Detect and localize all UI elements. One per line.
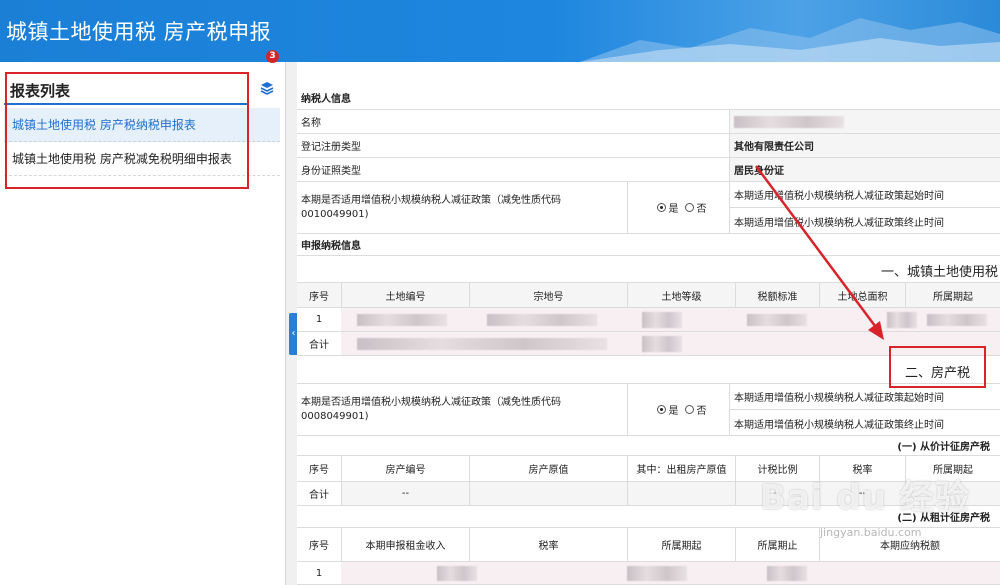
- column-header: 土地总面积: [819, 283, 905, 307]
- total-value: [469, 482, 627, 505]
- land-tax-title: 一、城镇土地使用税: [880, 265, 998, 280]
- rental-row: 1: [297, 562, 1000, 585]
- radio-no-label: 否: [696, 406, 707, 417]
- policy-start-label: 本期适用增值税小规模纳税人减征政策起始时间: [729, 182, 1000, 208]
- radio-yes-label: 是: [668, 406, 679, 417]
- land-policy-row: 本期是否适用增值税小规模纳税人减征政策（减免性质代码0010049901) 是 …: [297, 182, 1000, 234]
- column-header: 序号: [309, 465, 329, 476]
- land-policy-radio-group: 是 否: [627, 182, 729, 233]
- ad-valorem-subtitle-row: (一) 从价计征房产税: [297, 436, 1000, 456]
- mountain-decoration-icon: [580, 18, 1000, 62]
- radio-no[interactable]: [684, 203, 694, 212]
- column-header: 税额标准: [735, 283, 819, 307]
- policy-end-label: 本期适用增值税小规模纳税人减征政策终止时间: [729, 208, 1000, 234]
- column-header: 本期申报租金收入: [341, 528, 469, 561]
- taxpayer-section-header: 纳税人信息: [297, 86, 1000, 110]
- total-value: --: [341, 482, 469, 505]
- policy-end-label: 本期适用增值税小规模纳税人减征政策终止时间: [729, 410, 1000, 436]
- column-header: 其中：出租房产原值: [627, 456, 735, 481]
- reg-type-value: 其他有限责任公司: [729, 134, 1000, 157]
- column-header: 宗地号: [469, 283, 627, 307]
- column-header: 房产原值: [469, 456, 627, 481]
- land-tax-title-row: 一、城镇土地使用税: [297, 256, 1000, 282]
- column-header: 房产编号: [341, 456, 469, 481]
- property-policy-row: 本期是否适用增值税小规模纳税人减征政策（减免性质代码0008049901) 是 …: [297, 384, 1000, 436]
- land-tax-row: 1: [297, 308, 1000, 332]
- column-header: 所属期止: [735, 528, 819, 561]
- field-label: 本期是否适用增值税小规模纳税人减征政策（减免性质代码0008049901): [301, 396, 561, 422]
- radio-yes[interactable]: [656, 405, 666, 414]
- column-header: 土地编号: [341, 283, 469, 307]
- column-header: 所属期起: [905, 283, 1000, 307]
- highlight-box-property-tax: [889, 346, 986, 388]
- radio-no-label: 否: [696, 204, 707, 215]
- taxpayer-name-value: [729, 110, 1000, 133]
- radio-yes[interactable]: [656, 203, 666, 212]
- radio-no[interactable]: [684, 405, 694, 414]
- page-title: 城镇土地使用税 房产税申报: [6, 20, 272, 44]
- highlight-box-sidebar: [5, 72, 249, 189]
- watermark-url: jingyan.baidu.com: [820, 526, 922, 539]
- layers-icon[interactable]: [260, 81, 274, 95]
- id-type-row: 身份证照类型 居民身份证: [297, 158, 1000, 182]
- column-header: 所属期起: [627, 528, 735, 561]
- total-label: 合计: [297, 332, 341, 355]
- field-label: 身份证照类型: [301, 166, 361, 177]
- section-label: 纳税人信息: [301, 94, 351, 105]
- taxpayer-name-row: 名称: [297, 110, 1000, 134]
- subsection-title: (一) 从价计征房产税: [897, 442, 990, 453]
- radio-yes-label: 是: [668, 204, 679, 215]
- field-label: 登记注册类型: [301, 142, 361, 153]
- column-header: 序号: [309, 291, 329, 303]
- row-index: 1: [297, 562, 341, 584]
- reg-type-row: 登记注册类型 其他有限责任公司: [297, 134, 1000, 158]
- section-label: 申报纳税信息: [301, 241, 361, 252]
- id-type-value: 居民身份证: [729, 158, 1000, 181]
- app-header: 城镇土地使用税 房产税申报: [0, 0, 1000, 62]
- column-header: 序号: [309, 541, 329, 552]
- property-policy-radio-group: 是 否: [627, 384, 729, 435]
- field-label: 名称: [301, 118, 321, 129]
- column-header: 土地等级: [627, 283, 735, 307]
- field-label: 本期是否适用增值税小规模纳税人减征政策（减免性质代码0010049901): [301, 194, 561, 220]
- watermark: Bai du 经验: [760, 478, 970, 518]
- annotation-badge: 3: [266, 50, 279, 63]
- column-header: 税率: [469, 528, 627, 561]
- declare-section-header: 申报纳税信息: [297, 234, 1000, 256]
- land-tax-header-row: 序号 土地编号 宗地号 土地等级 税额标准 土地总面积 所属期起: [297, 282, 1000, 308]
- total-value: [627, 482, 735, 505]
- row-index: 1: [297, 308, 341, 331]
- total-label: 合计: [309, 490, 329, 501]
